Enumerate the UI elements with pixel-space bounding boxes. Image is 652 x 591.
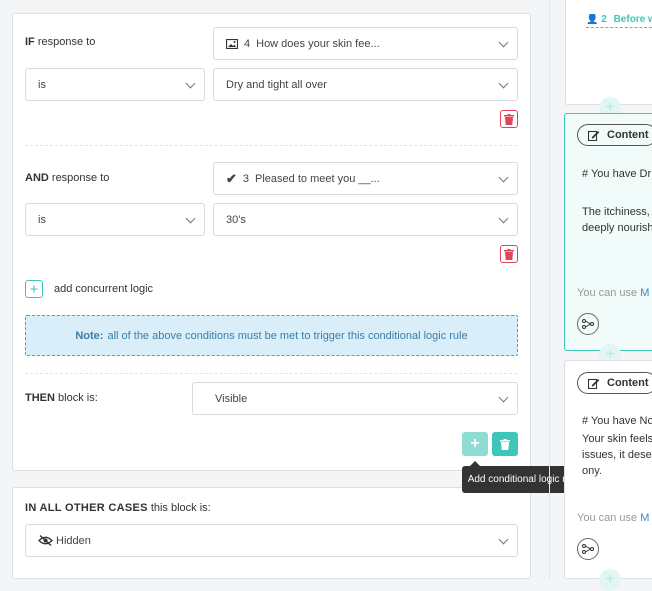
and-label: AND response to	[25, 172, 110, 184]
delete-rule-button[interactable]	[492, 432, 518, 456]
content-block-2-line1: # You have No	[582, 415, 652, 427]
chevron-down-icon	[498, 37, 509, 47]
image-icon	[226, 38, 238, 49]
content-block-1-line1: # You have Dr	[582, 168, 652, 180]
note-banner: Note: all of the above conditions must be…	[25, 315, 518, 356]
add-concurrent-logic-button[interactable]: +	[25, 280, 43, 298]
chevron-down-icon	[498, 213, 509, 223]
plus-icon: +	[29, 280, 39, 298]
if-label: IF response to	[25, 36, 96, 48]
rule2-value-select[interactable]: 30's	[213, 203, 518, 236]
divider	[25, 373, 517, 374]
trash-icon	[504, 113, 514, 125]
content-block-2-line3: issues, it dese	[582, 449, 652, 461]
content-block-2-logic-button[interactable]	[577, 538, 599, 560]
content-block-1-footer: You can use M	[577, 287, 650, 299]
content-block-1-logic-button[interactable]	[577, 313, 599, 335]
chevron-down-icon	[498, 392, 509, 402]
rule2-question-select[interactable]: ✔ 3 Pleased to meet you __...	[213, 162, 518, 195]
then-visibility-select[interactable]: Visible	[192, 382, 518, 415]
content-block-1-pill[interactable]: Content	[577, 124, 652, 146]
trash-icon	[504, 248, 514, 260]
add-block-button[interactable]: +	[599, 569, 621, 591]
then-label: THEN block is:	[25, 392, 98, 404]
content-block-1-line2: The itchiness,	[582, 206, 650, 218]
add-concurrent-logic-label[interactable]: add concurrent logic	[54, 283, 153, 295]
other-cases-visibility-select[interactable]: Hidden	[25, 524, 518, 557]
divider	[25, 145, 517, 146]
rule1-question-select[interactable]: 4 How does your skin fee...	[213, 27, 518, 60]
rule1-operator-select[interactable]: is	[25, 68, 205, 101]
edit-icon	[588, 378, 600, 389]
eye-slash-icon	[38, 535, 53, 546]
plus-icon: +	[470, 435, 480, 452]
rule1-value-select[interactable]: Dry and tight all over	[213, 68, 518, 101]
rule1-delete-button[interactable]	[500, 110, 518, 128]
chevron-down-icon	[185, 78, 196, 88]
other-cases-label: IN ALL OTHER CASES this block is:	[25, 502, 211, 514]
content-block-2-pill[interactable]: Content	[577, 372, 652, 394]
content-block-2-line4: ony.	[582, 465, 602, 477]
right-column-divider	[549, 0, 550, 579]
content-block-2-footer: You can use M	[577, 512, 650, 524]
chevron-down-icon	[498, 534, 509, 544]
chevron-down-icon	[498, 172, 509, 182]
rule2-operator-select[interactable]: is	[25, 203, 205, 236]
add-or-rule-button[interactable]: +	[462, 432, 488, 456]
branch-icon	[582, 319, 594, 329]
branch-icon	[582, 544, 594, 554]
user-icon: 👤	[586, 14, 599, 25]
content-block-2-line2: Your skin feels	[582, 433, 652, 445]
trash-icon	[500, 438, 510, 450]
content-block-1-line3: deeply nourish	[582, 222, 652, 234]
rule2-delete-button[interactable]	[500, 245, 518, 263]
chevron-down-icon	[185, 213, 196, 223]
link-before[interactable]: 👤 2 Before w	[586, 14, 652, 28]
edit-icon	[588, 130, 600, 141]
chevron-down-icon	[498, 78, 509, 88]
checkmark-icon: ✔	[226, 170, 237, 186]
